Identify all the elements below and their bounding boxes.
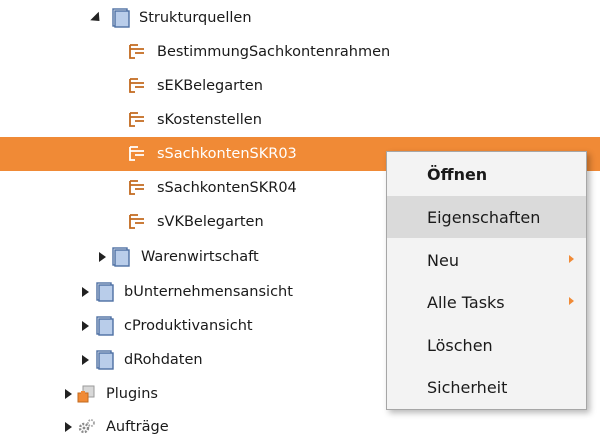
expand-arrow-icon[interactable] xyxy=(96,251,108,263)
dimension-icon xyxy=(127,178,147,198)
expand-arrow-icon[interactable] xyxy=(79,354,91,366)
plugin-icon xyxy=(77,384,97,404)
expand-arrow-icon[interactable] xyxy=(79,286,91,298)
menu-item-label: Löschen xyxy=(427,335,493,355)
tree-node-strukturquellen[interactable]: Strukturquellen xyxy=(0,1,600,35)
menu-item-alle-tasks[interactable]: Alle Tasks xyxy=(387,281,586,323)
collapse-arrow-icon[interactable] xyxy=(90,11,104,25)
context-menu: Öffnen Eigenschaften Neu Alle Tasks Lösc… xyxy=(386,151,587,410)
dimension-icon xyxy=(127,110,147,130)
menu-item-oeffnen[interactable]: Öffnen xyxy=(387,153,586,195)
menu-item-label: Eigenschaften xyxy=(427,207,541,227)
tree-node-auftraege[interactable]: Aufträge xyxy=(0,410,600,444)
tree-node-label: sSachkontenSKR04 xyxy=(157,180,297,196)
cube-icon xyxy=(95,316,115,336)
dimension-icon xyxy=(127,144,147,164)
tree-node-label: cProduktivansicht xyxy=(124,318,253,334)
expand-arrow-icon[interactable] xyxy=(62,421,74,433)
menu-item-label: Sicherheit xyxy=(427,377,508,397)
tree-node-label: Warenwirtschaft xyxy=(141,249,259,265)
tree-node-label: Aufträge xyxy=(106,419,169,435)
submenu-arrow-icon xyxy=(569,255,574,263)
expand-arrow-icon[interactable] xyxy=(62,388,74,400)
tree-node-label: BestimmungSachkontenrahmen xyxy=(157,44,391,60)
dimension-icon xyxy=(127,42,147,62)
menu-item-eigenschaften[interactable]: Eigenschaften xyxy=(387,196,586,238)
menu-item-label: Öffnen xyxy=(427,164,488,184)
menu-item-label: Neu xyxy=(427,250,459,270)
tree-node-label: Plugins xyxy=(106,386,158,402)
cube-icon xyxy=(95,350,115,370)
tree-node-label: dRohdaten xyxy=(124,352,203,368)
dimension-icon xyxy=(127,76,147,96)
menu-item-label: Alle Tasks xyxy=(427,292,505,312)
tree-node-label: sSachkontenSKR03 xyxy=(157,146,297,162)
dimension-icon xyxy=(127,212,147,232)
tree-node-dimension[interactable]: sKostenstellen xyxy=(0,103,600,137)
expand-arrow-icon[interactable] xyxy=(79,320,91,332)
cube-icon xyxy=(95,282,115,302)
menu-item-loeschen[interactable]: Löschen xyxy=(387,324,586,366)
tree-node-label: bUnternehmensansicht xyxy=(124,284,293,300)
tree-node-label: sKostenstellen xyxy=(157,112,262,128)
tree-node-label: sVKBelegarten xyxy=(157,214,264,230)
tasks-gear-icon xyxy=(77,417,97,437)
cube-icon xyxy=(111,8,131,28)
menu-item-sicherheit[interactable]: Sicherheit xyxy=(387,366,586,408)
tree-node-label: Strukturquellen xyxy=(139,10,252,26)
submenu-arrow-icon xyxy=(569,297,574,305)
cube-icon xyxy=(111,247,131,267)
menu-item-neu[interactable]: Neu xyxy=(387,239,586,281)
tree-node-dimension[interactable]: BestimmungSachkontenrahmen xyxy=(0,35,600,69)
tree-node-label: sEKBelegarten xyxy=(157,78,263,94)
tree-node-dimension[interactable]: sEKBelegarten xyxy=(0,69,600,103)
